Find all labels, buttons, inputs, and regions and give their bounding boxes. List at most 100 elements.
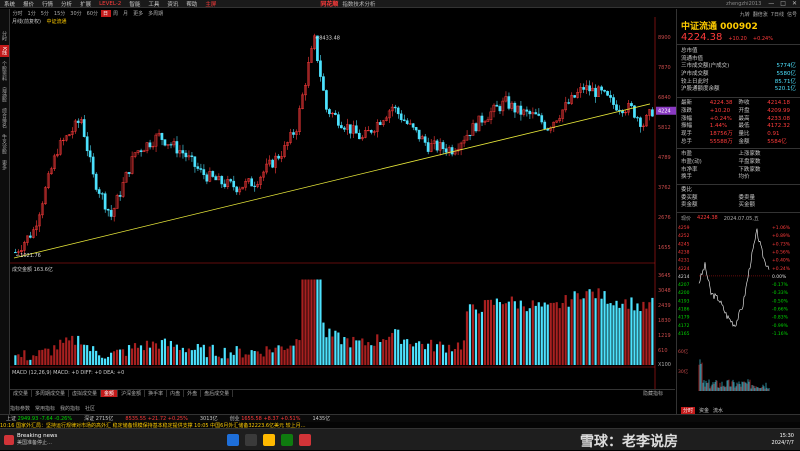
footer-tab[interactable]: 社区 bbox=[85, 405, 95, 412]
grid-row: 换手 均价 bbox=[681, 174, 796, 182]
search-icon[interactable] bbox=[245, 433, 258, 446]
candle bbox=[507, 96, 511, 109]
side-tab[interactable]: 分时 bbox=[0, 29, 9, 43]
candle bbox=[160, 132, 164, 140]
intraday-tab[interactable]: 资金 bbox=[699, 407, 709, 414]
period-tab[interactable]: 15分 bbox=[51, 10, 67, 17]
period-tab[interactable]: 分时 bbox=[10, 10, 25, 17]
menu-item[interactable]: 报价 bbox=[19, 0, 38, 8]
quote-link[interactable]: 九转 bbox=[740, 11, 750, 18]
candle bbox=[435, 140, 439, 151]
grid-value: 5584亿 bbox=[767, 138, 787, 145]
volume-bar bbox=[516, 308, 519, 365]
quote-link[interactable]: 信号 bbox=[787, 11, 797, 18]
quote-link[interactable]: 翻倍涨 bbox=[753, 11, 768, 18]
period-tab[interactable]: 多周期 bbox=[146, 10, 166, 17]
index-ticker[interactable]: 8535.55 +21.72 +0.25% bbox=[119, 416, 193, 422]
indicator-tab[interactable]: 虚拟成交量 bbox=[69, 390, 102, 397]
menu-item[interactable]: 资讯 bbox=[163, 0, 182, 8]
footer-tab[interactable]: 常用指标 bbox=[35, 405, 55, 412]
maximize-button[interactable]: □ bbox=[777, 0, 789, 7]
candle bbox=[211, 171, 215, 177]
start-icon[interactable] bbox=[227, 433, 240, 446]
app-icon[interactable] bbox=[299, 433, 312, 446]
menu-item[interactable]: 扩展 bbox=[76, 0, 95, 8]
menu-item[interactable]: 分析 bbox=[57, 0, 76, 8]
period-tab[interactable]: 更多 bbox=[131, 10, 146, 17]
period-tab[interactable]: 1分 bbox=[25, 10, 38, 17]
hide-indicator-button[interactable]: 隐藏指标 bbox=[643, 390, 675, 397]
period-tab[interactable]: 周 bbox=[111, 10, 121, 17]
candle bbox=[199, 168, 203, 170]
period-tab[interactable]: 60分 bbox=[84, 10, 100, 17]
menu-item[interactable]: LEVEL-2 bbox=[95, 1, 125, 7]
period-tab[interactable]: 30分 bbox=[68, 10, 84, 17]
folder-icon[interactable] bbox=[263, 433, 276, 446]
volume-bar bbox=[319, 279, 322, 365]
candle bbox=[417, 129, 421, 140]
index-ticker[interactable]: 创业 1655.58 +8.37 +0.51% bbox=[224, 415, 307, 422]
side-tab[interactable]: 更多 bbox=[0, 158, 9, 172]
menu-item[interactable]: 系统 bbox=[0, 0, 19, 8]
kline-chart-area[interactable]: 8900 7870 6840 5812 4789 3762 2676 1655 ←8433.48… bbox=[10, 17, 676, 389]
watermark: 雪球：老李说房 bbox=[580, 434, 678, 450]
intraday-tick-left: 4193 bbox=[678, 298, 690, 304]
side-tab[interactable]: 自选股 bbox=[0, 85, 9, 104]
side-tab[interactable]: 综合排名 bbox=[0, 106, 9, 130]
volume-bar bbox=[89, 351, 92, 365]
close-button[interactable]: ✕ bbox=[789, 0, 800, 7]
indicator-tab[interactable]: 成交量 bbox=[10, 390, 33, 397]
candle bbox=[573, 95, 576, 98]
candle bbox=[528, 111, 532, 115]
period-tab[interactable]: 日 bbox=[100, 9, 111, 17]
indicator-tab[interactable]: 金额 bbox=[101, 390, 119, 397]
menu-item[interactable]: 工具 bbox=[144, 0, 163, 8]
menu-item[interactable]: 行情 bbox=[38, 0, 57, 8]
index-ticker[interactable]: 3013亿 bbox=[194, 415, 224, 422]
candle bbox=[100, 193, 104, 195]
indicator-tab[interactable]: 沪深金额 bbox=[118, 390, 146, 397]
side-tab[interactable]: K线 bbox=[0, 45, 9, 58]
info-key: 三市成交额(户成交) bbox=[681, 63, 730, 70]
indicator-tab[interactable]: 内盘 bbox=[167, 390, 185, 397]
grid-value bbox=[767, 187, 796, 195]
quote-link[interactable]: 7日线 bbox=[771, 11, 784, 18]
candle bbox=[253, 185, 256, 187]
volume-bar bbox=[190, 350, 193, 365]
index-ticker[interactable]: 深证 2715亿 bbox=[78, 415, 119, 422]
side-tab[interactable]: 个股资料 bbox=[0, 59, 9, 83]
volume-bar bbox=[193, 349, 196, 365]
intraday-tab[interactable]: 分时 bbox=[681, 406, 696, 414]
volume-bar bbox=[618, 307, 621, 365]
indicator-tab[interactable]: 换手率 bbox=[145, 390, 168, 397]
index-name: 中证流通 000902 bbox=[681, 22, 758, 32]
menu-item-highlight[interactable]: 主屏 bbox=[201, 0, 220, 8]
store-icon[interactable] bbox=[281, 433, 294, 446]
volume-bar bbox=[588, 289, 591, 365]
username[interactable]: zhengzhi2013 bbox=[726, 1, 765, 7]
footer-tab[interactable]: 我的指标 bbox=[60, 405, 80, 412]
intraday-chart[interactable]: 4259 +1.06% 4252 +0.89% 4245 +0.73% 4238 +0.56%… bbox=[677, 223, 800, 402]
news-widget[interactable]: Breaking news 美国准备停止… bbox=[0, 433, 57, 446]
volume-bar bbox=[483, 300, 487, 365]
volume-bar bbox=[196, 343, 199, 365]
index-ticker[interactable]: 1435亿 bbox=[306, 415, 336, 422]
indicator-tab[interactable]: 盘后成交量 bbox=[201, 390, 234, 397]
indicator-tab[interactable]: 外盘 bbox=[184, 390, 202, 397]
volume-bar bbox=[636, 303, 639, 365]
period-tab[interactable]: 5分 bbox=[38, 10, 51, 17]
volume-bar bbox=[127, 345, 131, 365]
side-tab[interactable]: 牛叉诊股 bbox=[0, 132, 9, 156]
index-ticker[interactable]: 上证 2949.93 -7.64 -0.26% bbox=[0, 415, 78, 422]
minimize-button[interactable]: — bbox=[765, 0, 777, 7]
candle bbox=[426, 142, 430, 152]
volume-bar bbox=[549, 302, 552, 365]
grid-key: 昨收 bbox=[738, 100, 750, 107]
period-tab[interactable]: 月 bbox=[121, 10, 131, 17]
intraday-tab[interactable]: 流水 bbox=[713, 407, 723, 414]
menu-item[interactable]: 帮助 bbox=[182, 0, 201, 8]
footer-tab[interactable]: 指标参数 bbox=[10, 405, 30, 412]
volume-bar bbox=[597, 288, 600, 365]
indicator-tab[interactable]: 多周期成交量 bbox=[32, 390, 70, 397]
menu-item[interactable]: 智能 bbox=[125, 0, 144, 8]
